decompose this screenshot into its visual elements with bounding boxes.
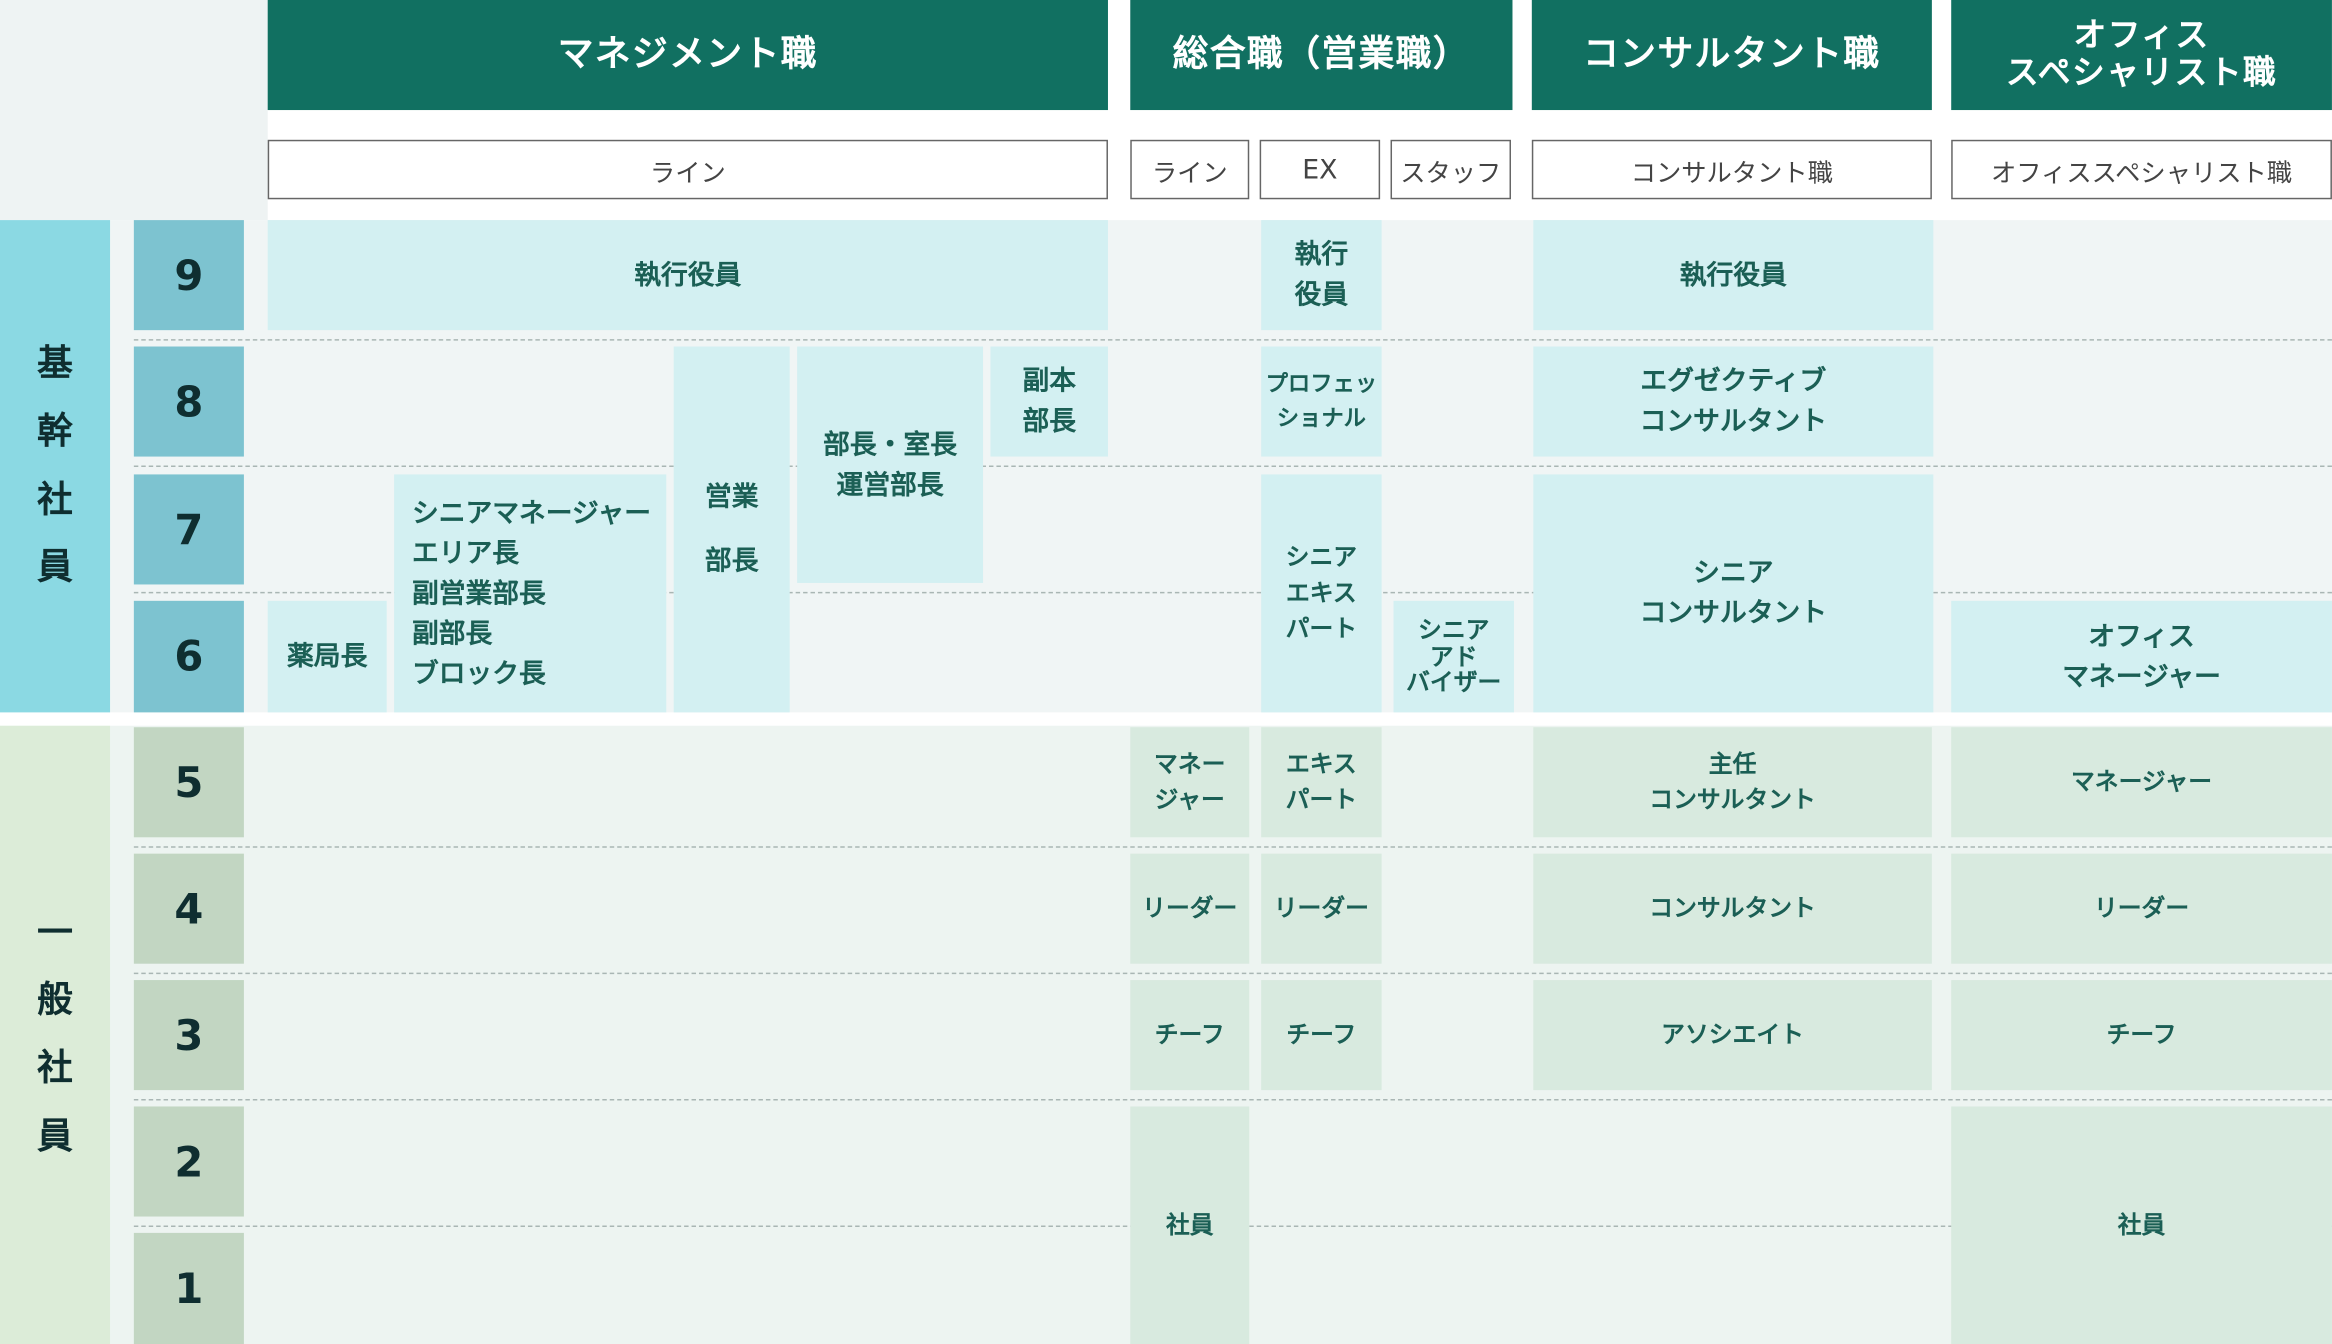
cell-general-line-chief: チーフ <box>1130 980 1250 1091</box>
row-divider <box>133 846 2332 848</box>
grade-3: 3 <box>133 980 244 1091</box>
grade-1: 1 <box>133 1232 244 1344</box>
grade-5: 5 <box>133 727 244 838</box>
cell-general-line-manager: マネー ジャー <box>1130 727 1250 838</box>
career-grade-chart: マネジメント職 総合職（営業職） コンサルタント職 オフィス スペシャリスト職 … <box>0 0 2332 1344</box>
cell-office-chief: チーフ <box>1951 980 2332 1091</box>
row-divider <box>133 1099 2332 1101</box>
subheader-general-ex: EX <box>1259 139 1381 200</box>
row-divider <box>133 339 2332 341</box>
subheader-office-specialist: オフィススペシャリスト職 <box>1951 139 2332 200</box>
cell-deputy-general-manager: 副本 部長 <box>990 346 1108 457</box>
cell-senior-consultant: シニア コンサルタント <box>1533 474 1934 713</box>
category-general-employee: 一 般 社 員 <box>0 725 111 1344</box>
grade-8: 8 <box>133 346 244 457</box>
cell-executive-consultant: エグゼクティブ コンサルタント <box>1533 346 1934 457</box>
header-office-specialist: オフィス スペシャリスト職 <box>1951 0 2332 111</box>
grade-6: 6 <box>133 600 244 713</box>
cell-ex-senior-expert: シニア エキス パート <box>1261 474 1382 713</box>
grade-2: 2 <box>133 1106 244 1217</box>
cell-staff-senior-adviser: シニア アド バイザー <box>1393 600 1514 713</box>
cell-office-staff: 社員 <box>1951 1106 2332 1344</box>
subheader-general-line: ライン <box>1130 139 1250 200</box>
cell-senior-manager: シニアマネージャー エリア長 副営業部長 副部長 ブロック長 <box>394 474 667 713</box>
header-general: 総合職（営業職） <box>1130 0 1513 111</box>
cell-ex-leader: リーダー <box>1261 853 1382 964</box>
cell-office-manager: オフィス マネージャー <box>1951 600 2332 713</box>
cell-general-line-leader: リーダー <box>1130 853 1250 964</box>
category-core-employee: 基 幹 社 員 <box>0 220 111 713</box>
cell-chief-consultant: 主任 コンサルタント <box>1533 727 1932 838</box>
header-band-background <box>0 0 268 221</box>
subheader-consultant: コンサルタント職 <box>1531 139 1932 200</box>
cell-sales-director: 営業 部長 <box>673 346 790 713</box>
subheader-general-staff: スタッフ <box>1390 139 1511 200</box>
cell-general-line-staff: 社員 <box>1130 1106 1250 1344</box>
row-divider <box>133 465 2332 467</box>
cell-ex-executive-officer: 執行 役員 <box>1261 220 1382 331</box>
grade-9: 9 <box>133 220 244 331</box>
grade-7: 7 <box>133 474 244 585</box>
cell-office-mgr: マネージャー <box>1951 727 2332 838</box>
cell-associate: アソシエイト <box>1533 980 1932 1091</box>
cell-office-leader: リーダー <box>1951 853 2332 964</box>
subheader-management-line: ライン <box>267 139 1108 200</box>
cell-consultant: コンサルタント <box>1533 853 1932 964</box>
cell-ex-chief: チーフ <box>1261 980 1382 1091</box>
cell-ex-expert: エキス パート <box>1261 727 1382 838</box>
row-divider <box>133 972 2332 975</box>
header-management: マネジメント職 <box>267 0 1108 111</box>
cell-management-executive-officer: 執行役員 <box>267 220 1108 331</box>
grade-4: 4 <box>133 853 244 964</box>
cell-consultant-executive-officer: 執行役員 <box>1533 220 1934 331</box>
cell-department-director: 部長・室長 運営部長 <box>797 346 984 583</box>
cell-pharmacy-director: 薬局長 <box>267 600 387 713</box>
cell-ex-professional: プロフェッ ショナル <box>1261 346 1382 457</box>
header-consultant: コンサルタント職 <box>1531 0 1932 111</box>
